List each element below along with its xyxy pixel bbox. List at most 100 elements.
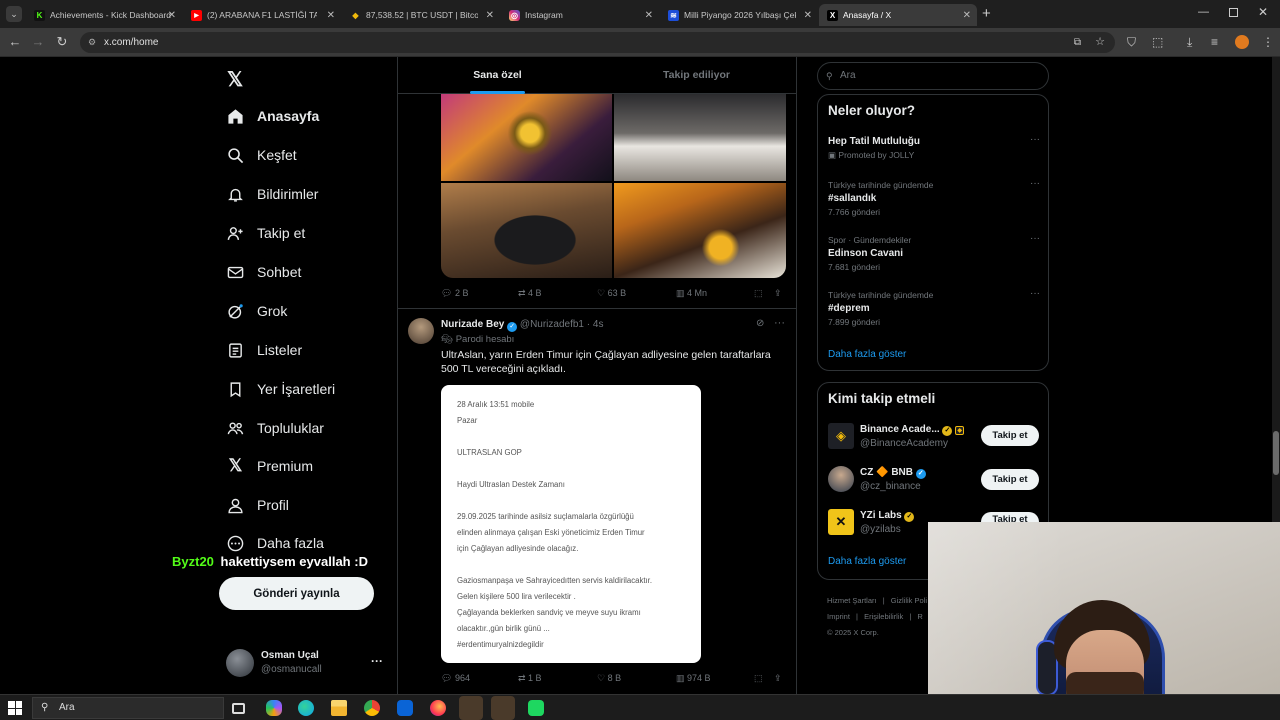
nav-item-premium[interactable]: 𝕏 Premium <box>227 451 313 481</box>
browser-tab-milli-piyango[interactable]: ≋ Milli Piyango 2026 Yılbaşı Çekil ✕ <box>660 4 818 26</box>
nav-item-chat[interactable]: Sohbet <box>227 257 301 287</box>
trend-item[interactable]: Türkiye tarihinde gündemde #sallandık 7.… <box>828 178 1040 217</box>
task-view-icon[interactable] <box>232 703 245 714</box>
install-app-icon[interactable]: ⧉ <box>1074 32 1081 53</box>
edge-icon[interactable] <box>298 700 314 716</box>
nav-item-grok[interactable]: Grok <box>227 296 287 326</box>
shield-icon[interactable]: ⛉ <box>1127 35 1136 50</box>
media-image[interactable] <box>441 94 612 181</box>
nav-item-notifications[interactable]: Bildirimler <box>227 179 318 209</box>
scrollbar-thumb[interactable] <box>1273 431 1279 475</box>
x-logo-icon[interactable]: 𝕏 <box>227 67 243 92</box>
post-avatar[interactable] <box>408 318 434 344</box>
author-name[interactable]: Nurizade Bey <box>441 319 504 330</box>
app-icon[interactable] <box>528 700 544 716</box>
close-icon[interactable]: ✕ <box>168 10 176 21</box>
outlook-icon[interactable] <box>397 700 413 716</box>
more-icon[interactable]: ··· <box>1030 288 1040 299</box>
more-icon[interactable]: ··· <box>774 317 785 329</box>
post-media-grid[interactable] <box>441 94 786 278</box>
more-icon[interactable]: ··· <box>371 654 383 668</box>
windows-start-icon[interactable] <box>8 701 22 715</box>
trend-item[interactable]: Hep Tatil Mutluluğu ▣ Promoted by JOLLY … <box>828 134 1040 161</box>
close-icon[interactable]: ✕ <box>963 10 971 21</box>
download-icon[interactable]: ⤓ <box>1187 35 1192 50</box>
account-switcher[interactable]: Osman Uçal @osmanucall ··· <box>226 647 386 681</box>
chrome-icon[interactable] <box>364 700 380 716</box>
maximize-button[interactable] <box>1229 8 1238 17</box>
like-button[interactable]: ♡ 8 B <box>597 673 621 684</box>
close-icon[interactable]: ✕ <box>486 10 494 21</box>
browser-tab-youtube[interactable]: ▶ (2) ARABANA F1 LASTİĞİ TAKAR ✕ <box>183 4 341 26</box>
file-explorer-icon[interactable] <box>331 700 347 716</box>
menu-icon[interactable]: ⋮ <box>1262 35 1274 49</box>
bookmark-star-icon[interactable]: ☆ <box>1095 32 1105 53</box>
more-icon[interactable]: ··· <box>1030 134 1040 145</box>
close-icon[interactable]: ✕ <box>327 10 335 21</box>
firefox-icon[interactable] <box>430 700 446 716</box>
forward-icon[interactable]: → <box>29 34 47 49</box>
footer-link[interactable]: Erişilebilirlik <box>864 612 903 621</box>
more-icon[interactable]: ··· <box>1030 233 1040 244</box>
browser-tab-kick[interactable]: K Achievements - Kick Dashboard ✕ <box>26 4 182 26</box>
footer-link[interactable]: Imprint <box>827 612 850 621</box>
back-icon[interactable]: ← <box>6 34 24 49</box>
reply-button[interactable]: 💬︎ 964 <box>441 673 470 684</box>
taskbar-search[interactable]: ⚲ Ara <box>32 697 224 719</box>
tab-following[interactable]: Takip ediliyor <box>597 57 796 94</box>
profile-avatar[interactable] <box>1235 35 1249 49</box>
bookmark-icon[interactable]: ⬚ <box>754 673 763 684</box>
reload-icon[interactable]: ↻ <box>53 34 71 50</box>
obs-icon[interactable] <box>491 696 515 720</box>
nav-item-bookmarks[interactable]: Yer İşaretleri <box>227 374 335 404</box>
tab-for-you[interactable]: Sana özel <box>398 57 597 94</box>
nav-item-profile[interactable]: Profil <box>227 490 289 520</box>
copilot-icon[interactable] <box>266 700 282 716</box>
post-time[interactable]: · 4s <box>587 319 604 330</box>
views-button[interactable]: ▥ 4 Mn <box>676 288 707 299</box>
footer-link[interactable]: Hizmet Şartları <box>827 596 877 605</box>
search-input[interactable]: ⚲ Ara <box>817 62 1049 90</box>
browser-tab-x[interactable]: X Anasayfa / X ✕ <box>819 4 977 26</box>
follow-button[interactable]: Takip et <box>981 512 1039 522</box>
views-button[interactable]: ▥ 974 B <box>676 673 711 684</box>
share-icon[interactable]: ⇪ <box>774 673 782 684</box>
media-image[interactable] <box>614 94 786 181</box>
footer-link[interactable]: Gizlilik Poli <box>891 596 927 605</box>
new-tab-button[interactable]: + <box>982 5 991 22</box>
post-image-note[interactable]: 28 Aralık 13:51 mobile Pazar ULTRASLAN GO… <box>441 385 701 663</box>
more-icon[interactable]: ··· <box>1030 178 1040 189</box>
repost-button[interactable]: ⇄ 1 B <box>518 673 542 684</box>
nav-item-home[interactable]: Anasayfa <box>227 101 319 131</box>
reply-button[interactable]: 💬︎ 2 B <box>441 288 468 299</box>
like-button[interactable]: ♡ 63 B <box>597 288 626 299</box>
minimize-button[interactable]: — <box>1198 6 1209 18</box>
nav-item-explore[interactable]: Keşfet <box>227 140 297 170</box>
author-handle[interactable]: @Nurizadefb1 <box>520 319 584 330</box>
chrome-active-icon[interactable] <box>459 696 483 720</box>
media-icon[interactable]: ≡ <box>1211 35 1218 49</box>
show-more-link[interactable]: Daha fazla göster <box>828 349 906 360</box>
share-icon[interactable]: ⇪ <box>774 288 782 299</box>
nav-item-lists[interactable]: Listeler <box>227 335 302 365</box>
repost-button[interactable]: ⇄ 4 B <box>518 288 542 299</box>
media-image[interactable] <box>441 183 612 278</box>
grok-icon[interactable]: ⊘ <box>756 318 764 329</box>
media-image[interactable] <box>614 183 786 278</box>
nav-item-communities[interactable]: Topluluklar <box>227 413 324 443</box>
show-more-link[interactable]: Daha fazla göster <box>828 556 906 567</box>
browser-tab-binance[interactable]: ◆ 87,538.52 | BTC USDT | Bitcoin t ✕ <box>342 4 500 26</box>
tab-search-button[interactable]: ⌄ <box>6 6 22 22</box>
bookmark-icon[interactable]: ⬚ <box>754 288 763 299</box>
address-bar[interactable]: ⚙ x.com/home ⧉ ☆ <box>80 32 1115 53</box>
trend-item[interactable]: Spor · Gündemdekiler Edinson Cavani 7.68… <box>828 233 1040 272</box>
site-info-icon[interactable]: ⚙ <box>88 32 96 53</box>
window-close-button[interactable]: ✕ <box>1258 5 1268 19</box>
close-icon[interactable]: ✕ <box>645 10 653 21</box>
close-icon[interactable]: ✕ <box>804 10 812 21</box>
post-button[interactable]: Gönderi yayınla <box>219 577 374 610</box>
trend-item[interactable]: Türkiye tarihinde gündemde #deprem 7.899… <box>828 288 1040 327</box>
nav-item-follow[interactable]: Takip et <box>227 218 305 248</box>
browser-tab-instagram[interactable]: ◎ Instagram ✕ <box>501 4 659 26</box>
extensions-icon[interactable]: ⬚ <box>1152 35 1163 49</box>
